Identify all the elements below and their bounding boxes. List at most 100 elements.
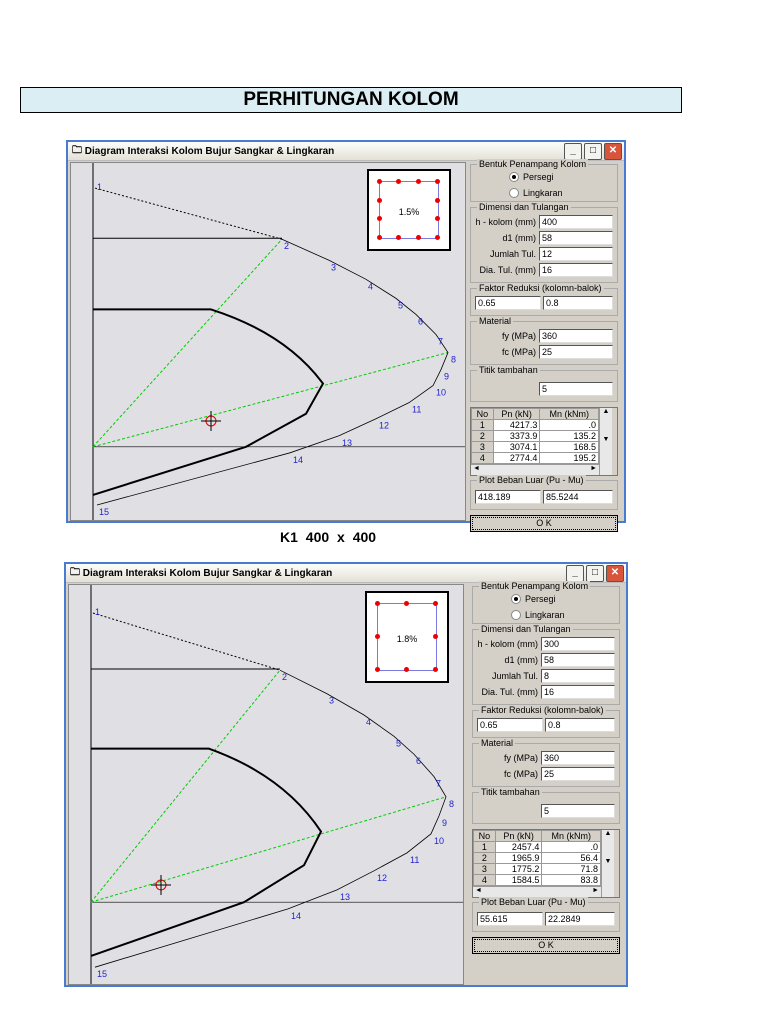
radio-persegi[interactable]: Persegi — [509, 172, 613, 182]
external-load-group-label: Plot Beban Luar (Pu - Mu) — [477, 475, 586, 485]
fc-label: fc (MPa) — [501, 347, 536, 357]
minimize-icon[interactable]: _ — [566, 564, 584, 582]
close-icon[interactable]: ✕ — [606, 564, 624, 582]
point-label: 5 — [398, 300, 403, 310]
interaction-diagram-window: 🗀 Diagram Interaksi Kolom Bujur Sangkar … — [66, 140, 626, 532]
extra-points-field[interactable]: 5 — [541, 804, 615, 818]
point-label: 10 — [436, 388, 446, 398]
point-label: 11 — [410, 855, 419, 865]
radio-persegi[interactable]: Persegi — [511, 594, 615, 604]
jumlah-tul-field[interactable]: 8 — [541, 669, 615, 683]
radio-lingkaran[interactable]: Lingkaran — [509, 188, 613, 198]
h-kolom-field[interactable]: 300 — [541, 637, 615, 651]
column-header: No — [471, 408, 494, 420]
horizontal-scrollbar[interactable]: ◄ ► — [471, 464, 599, 475]
table-cell: 3373.9 — [492, 430, 541, 442]
column-header: Mn (kNm) — [539, 408, 599, 420]
point-label: 8 — [449, 799, 454, 809]
table-cell: 3 — [471, 441, 494, 453]
nominal-curve — [94, 669, 447, 968]
nominal-curve-top — [92, 612, 281, 671]
pu-field[interactable]: 418.189 — [475, 490, 541, 504]
table-row[interactable]: 1 2457.4.0 — [473, 841, 601, 853]
phi-beam-field[interactable]: 0.8 — [545, 718, 615, 732]
extra-points-field[interactable]: 5 — [539, 382, 613, 396]
table-row[interactable]: 3 1775.2 71.8 — [473, 863, 601, 875]
table-row[interactable]: 3 3074.1 168.5 — [471, 441, 599, 453]
results-table[interactable]: No Pn (kN) Mn (kNm) 1 2457.4.0 2 1965.9 56.4 3 17… — [472, 829, 620, 898]
d1-field[interactable]: 58 — [539, 231, 613, 245]
point-label: 10 — [434, 836, 444, 846]
table-row[interactable]: 2 3373.9 135.2 — [471, 430, 599, 442]
horizontal-scrollbar[interactable]: ◄ ► — [473, 886, 601, 897]
fy-field[interactable]: 360 — [541, 751, 615, 765]
pu-field[interactable]: 55.615 — [477, 912, 543, 926]
vertical-scrollbar[interactable]: ▲ ▼ — [601, 830, 614, 897]
fc-field[interactable]: 25 — [539, 345, 613, 359]
point-label: 2 — [284, 241, 289, 251]
ok-button[interactable]: O K — [472, 937, 620, 954]
dia-tul-label: Dia. Tul. (mm) — [481, 687, 538, 697]
table-cell: 1775.2 — [494, 863, 543, 875]
radio-lingkaran[interactable]: Lingkaran — [511, 610, 615, 620]
d1-field[interactable]: 58 — [541, 653, 615, 667]
point-label: 6 — [416, 756, 421, 766]
ok-button[interactable]: O K — [470, 515, 618, 532]
rebar-dot — [375, 634, 380, 639]
d1-label: d1 (mm) — [504, 655, 539, 665]
maximize-icon[interactable]: □ — [586, 564, 604, 582]
dia-tul-field[interactable]: 16 — [539, 263, 613, 277]
point-label: 13 — [342, 438, 352, 448]
point-label: 15 — [99, 507, 109, 517]
nominal-curve-top — [94, 187, 283, 240]
rebar-dot — [375, 601, 380, 606]
table-row[interactable]: 4 2774.4 195.2 — [471, 452, 599, 464]
close-icon[interactable]: ✕ — [604, 142, 622, 160]
material-group-label: Material — [479, 738, 516, 748]
vertical-scrollbar[interactable]: ▲ ▼ — [599, 408, 612, 475]
column-header: Pn (kN) — [494, 830, 543, 842]
table-cell: 2 — [473, 852, 496, 864]
table-row[interactable]: 1 4217.3.0 — [471, 419, 599, 431]
table-row[interactable]: 2 1965.9 56.4 — [473, 852, 601, 864]
rebar-dot — [377, 235, 382, 240]
fc-field[interactable]: 25 — [541, 767, 615, 781]
phi-column-field[interactable]: 0.65 — [477, 718, 543, 732]
mu-field[interactable]: 22.2849 — [545, 912, 615, 926]
rebar-dot — [435, 197, 440, 203]
dimension-group-label: Dimensi dan Tulangan — [479, 624, 573, 634]
design-curve — [90, 747, 323, 957]
rebar-dot — [435, 179, 440, 184]
point-label: 5 — [396, 738, 401, 748]
jumlah-tul-field[interactable]: 12 — [539, 247, 613, 261]
rebar-dot — [404, 667, 409, 672]
dia-tul-field[interactable]: 16 — [541, 685, 615, 699]
phi-column-field[interactable]: 0.65 — [475, 296, 541, 310]
point-label: 6 — [418, 316, 423, 326]
radio-label: Persegi — [523, 172, 554, 182]
point-label: 14 — [293, 455, 303, 465]
extra-points-label: Titik tambahan — [479, 787, 542, 797]
table-cell: 4 — [471, 452, 494, 464]
app-icon: 🗀 — [72, 144, 85, 156]
minimize-icon[interactable]: _ — [564, 142, 582, 160]
section-preview: 1.8% — [365, 591, 449, 683]
table-cell: 71.8 — [541, 863, 601, 875]
rebar-dot — [377, 179, 382, 184]
table-row[interactable]: 4 1584.5 83.8 — [473, 874, 601, 886]
results-table[interactable]: No Pn (kN) Mn (kNm) 1 4217.3.0 2 3373.9 135.2 3 3… — [470, 407, 618, 476]
h-kolom-field[interactable]: 400 — [539, 215, 613, 229]
table-cell: 1 — [471, 419, 494, 431]
phi-beam-field[interactable]: 0.8 — [543, 296, 613, 310]
mu-field[interactable]: 85.5244 — [543, 490, 613, 504]
app-icon: 🗀 — [70, 566, 83, 578]
nominal-curve — [96, 238, 449, 506]
fy-field[interactable]: 360 — [539, 329, 613, 343]
rebar-dot — [433, 634, 438, 639]
maximize-icon[interactable]: □ — [584, 142, 602, 160]
h-kolom-label: h - kolom (mm) — [477, 639, 539, 649]
point-label: 9 — [442, 818, 447, 828]
balanced-line — [92, 238, 283, 448]
rebar-dot — [415, 179, 421, 184]
table-cell: 2774.4 — [492, 452, 541, 464]
